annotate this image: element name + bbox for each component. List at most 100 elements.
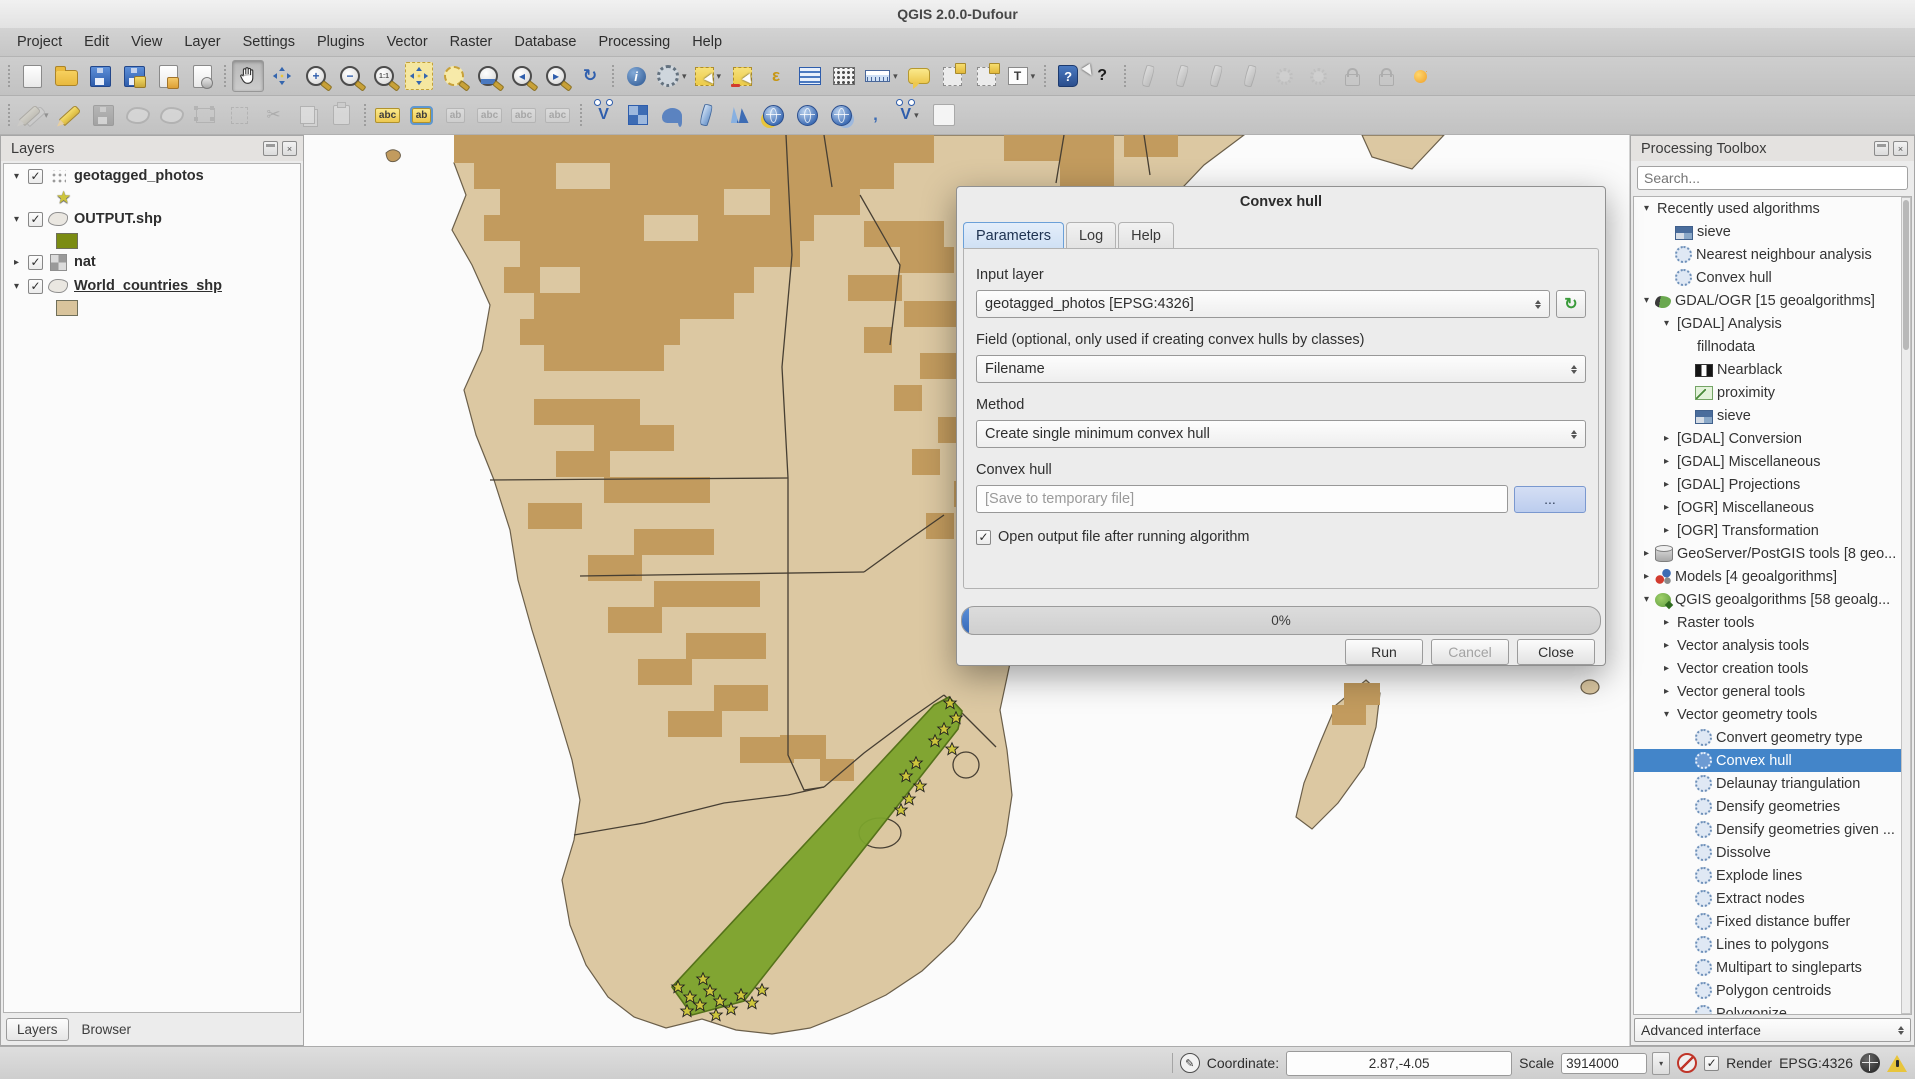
zoom-full-button[interactable]	[402, 60, 436, 92]
layer-item-geotagged-photos[interactable]: ▾✓geotagged_photos	[4, 164, 300, 188]
toolbox-item-polygon-centroids[interactable]: Polygon centroids	[1634, 979, 1911, 1002]
select-features-button[interactable]: ▾	[692, 60, 725, 92]
toolbox-item-delaunay-triangulation[interactable]: Delaunay triangulation	[1634, 772, 1911, 795]
toolbox-item-extract-nodes[interactable]: Extract nodes	[1634, 887, 1911, 910]
pan-to-selection-button[interactable]	[266, 60, 298, 92]
open-attribute-table-button[interactable]	[794, 60, 826, 92]
add-mssql-layer-button[interactable]	[724, 99, 756, 131]
toolbox-item-densify-geometries[interactable]: Densify geometries	[1634, 795, 1911, 818]
menu-vector[interactable]: Vector	[376, 30, 439, 54]
menu-settings[interactable]: Settings	[232, 30, 306, 54]
scrollbar-thumb[interactable]	[1903, 200, 1909, 350]
show-pinned-labels-button[interactable]	[1336, 60, 1368, 92]
toolbox-item-fillnodata[interactable]: fillnodata	[1634, 335, 1911, 358]
dialog-tab-help[interactable]: Help	[1118, 222, 1174, 249]
render-checkbox[interactable]: ✓	[1704, 1056, 1719, 1071]
add-oracle-layer-button[interactable]: ,	[860, 99, 892, 131]
expand-arrow[interactable]: ▸	[1660, 525, 1673, 536]
collapse-arrow[interactable]: ▾	[1640, 594, 1653, 605]
current-edits-button[interactable]: ▾	[16, 99, 52, 131]
change-label-button[interactable]	[1234, 60, 1266, 92]
toolbox-item-qgis-geoalgorithms-58-geoalg[interactable]: ▾QGIS geoalgorithms [58 geoalg...	[1634, 588, 1911, 611]
zoom-to-layer-button[interactable]	[472, 60, 504, 92]
toolbox-item-lines-to-polygons[interactable]: Lines to polygons	[1634, 933, 1911, 956]
close-panel-icon[interactable]: ×	[1893, 141, 1908, 156]
iterate-over-layer-button[interactable]: ↻	[1556, 290, 1586, 318]
deselect-features-button[interactable]	[726, 60, 758, 92]
layer-checkbox[interactable]: ✓	[28, 169, 43, 184]
float-panel-icon[interactable]	[263, 141, 278, 156]
float-panel-icon[interactable]	[1874, 141, 1889, 156]
expand-arrow[interactable]: ▸	[1660, 433, 1673, 444]
run-button[interactable]: Run	[1345, 639, 1423, 665]
toolbox-item-sieve[interactable]: sieve	[1634, 220, 1911, 243]
layer-labeling-button[interactable]: abc	[372, 99, 404, 131]
crs-status-icon[interactable]	[1860, 1053, 1880, 1073]
menu-edit[interactable]: Edit	[73, 30, 120, 54]
zoom-last-button[interactable]: ◂	[506, 60, 538, 92]
dropdown-arrow-icon[interactable]: ▾	[682, 71, 687, 82]
expand-arrow[interactable]: ▸	[1640, 548, 1653, 559]
new-project-button[interactable]	[16, 60, 48, 92]
panel-tab-layers[interactable]: Layers	[6, 1018, 69, 1041]
menu-raster[interactable]: Raster	[439, 30, 504, 54]
add-wfs-layer-button[interactable]	[826, 99, 858, 131]
expand-arrow[interactable]: ▸	[1660, 456, 1673, 467]
toolbox-scrollbar[interactable]	[1901, 197, 1911, 1014]
dialog-tab-parameters[interactable]: Parameters	[963, 222, 1064, 249]
dropdown-arrow-icon[interactable]: ▾	[914, 110, 919, 121]
toolbox-item-gdal-miscellaneous[interactable]: ▸[GDAL] Miscellaneous	[1634, 450, 1911, 473]
menu-view[interactable]: View	[120, 30, 173, 54]
text-annotation-button[interactable]: T▾	[1005, 60, 1039, 92]
new-shapefile-layer-button[interactable]: V▾	[894, 99, 926, 131]
identify-features-button[interactable]: i	[620, 60, 652, 92]
add-wms-layer-button[interactable]	[758, 99, 790, 131]
scale-dropdown-icon[interactable]: ▾	[1652, 1052, 1670, 1075]
add-postgis-layer-button[interactable]	[656, 99, 688, 131]
expand-arrow[interactable]: ▸	[1660, 640, 1673, 651]
toolbox-item-dissolve[interactable]: Dissolve	[1634, 841, 1911, 864]
open-output-checkbox-row[interactable]: ✓ Open output file after running algorit…	[976, 529, 1586, 545]
collapse-arrow[interactable]: ▾	[1660, 318, 1673, 329]
expand-arrow[interactable]: ▸	[1640, 571, 1653, 582]
save-layer-edits-button[interactable]	[88, 99, 120, 131]
map-refresh-button[interactable]: ↻	[574, 60, 606, 92]
panel-tab-browser[interactable]: Browser	[71, 1018, 143, 1041]
dropdown-arrow-icon[interactable]: ▾	[44, 110, 49, 121]
toolbox-item-explode-lines[interactable]: Explode lines	[1634, 864, 1911, 887]
toolbox-item-multipart-to-singleparts[interactable]: Multipart to singleparts	[1634, 956, 1911, 979]
open-project-button[interactable]	[50, 60, 82, 92]
field-select[interactable]: Filename	[976, 355, 1586, 383]
mouse-position-icon[interactable]: ✎	[1180, 1053, 1200, 1073]
toolbox-item-ogr-miscellaneous[interactable]: ▸[OGR] Miscellaneous	[1634, 496, 1911, 519]
menu-processing[interactable]: Processing	[587, 30, 681, 54]
add-spatialite-layer-button[interactable]	[690, 99, 722, 131]
measure-button[interactable]: ▾	[862, 60, 901, 92]
dropdown-arrow-icon[interactable]: ▾	[893, 71, 898, 82]
label-config-2-button[interactable]: abc	[474, 99, 506, 131]
checkbox-icon[interactable]: ✓	[976, 530, 991, 545]
show-bookmarks-button[interactable]	[971, 60, 1003, 92]
toolbox-item-vector-geometry-tools[interactable]: ▾Vector geometry tools	[1634, 703, 1911, 726]
pan-map-button[interactable]	[232, 60, 264, 92]
pin-labels-button[interactable]	[1268, 60, 1300, 92]
help-contents-button[interactable]: ?	[1052, 60, 1084, 92]
collapse-arrow[interactable]: ▾	[14, 281, 28, 292]
expand-arrow[interactable]: ▸	[1660, 686, 1673, 697]
collapse-arrow[interactable]: ▾	[1640, 203, 1653, 214]
new-bookmark-button[interactable]	[937, 60, 969, 92]
layer-item-output-shp[interactable]: ▾✓OUTPUT.shp	[4, 207, 300, 231]
layer-checkbox[interactable]: ✓	[28, 279, 43, 294]
toolbox-search-input[interactable]	[1637, 166, 1908, 190]
expand-arrow[interactable]: ▸	[1660, 663, 1673, 674]
copy-features-button[interactable]	[292, 99, 324, 131]
expand-arrow[interactable]: ▸	[1660, 479, 1673, 490]
paste-features-button[interactable]	[326, 99, 358, 131]
layer-item-nat[interactable]: ▸✓nat	[4, 250, 300, 274]
composer-manager-button[interactable]	[186, 60, 218, 92]
add-wcs-layer-button[interactable]	[792, 99, 824, 131]
blank-tool-button[interactable]	[928, 99, 960, 131]
highlight-labels-button[interactable]	[1132, 60, 1164, 92]
dialog-tab-log[interactable]: Log	[1066, 222, 1116, 249]
add-feature-button[interactable]	[122, 99, 154, 131]
